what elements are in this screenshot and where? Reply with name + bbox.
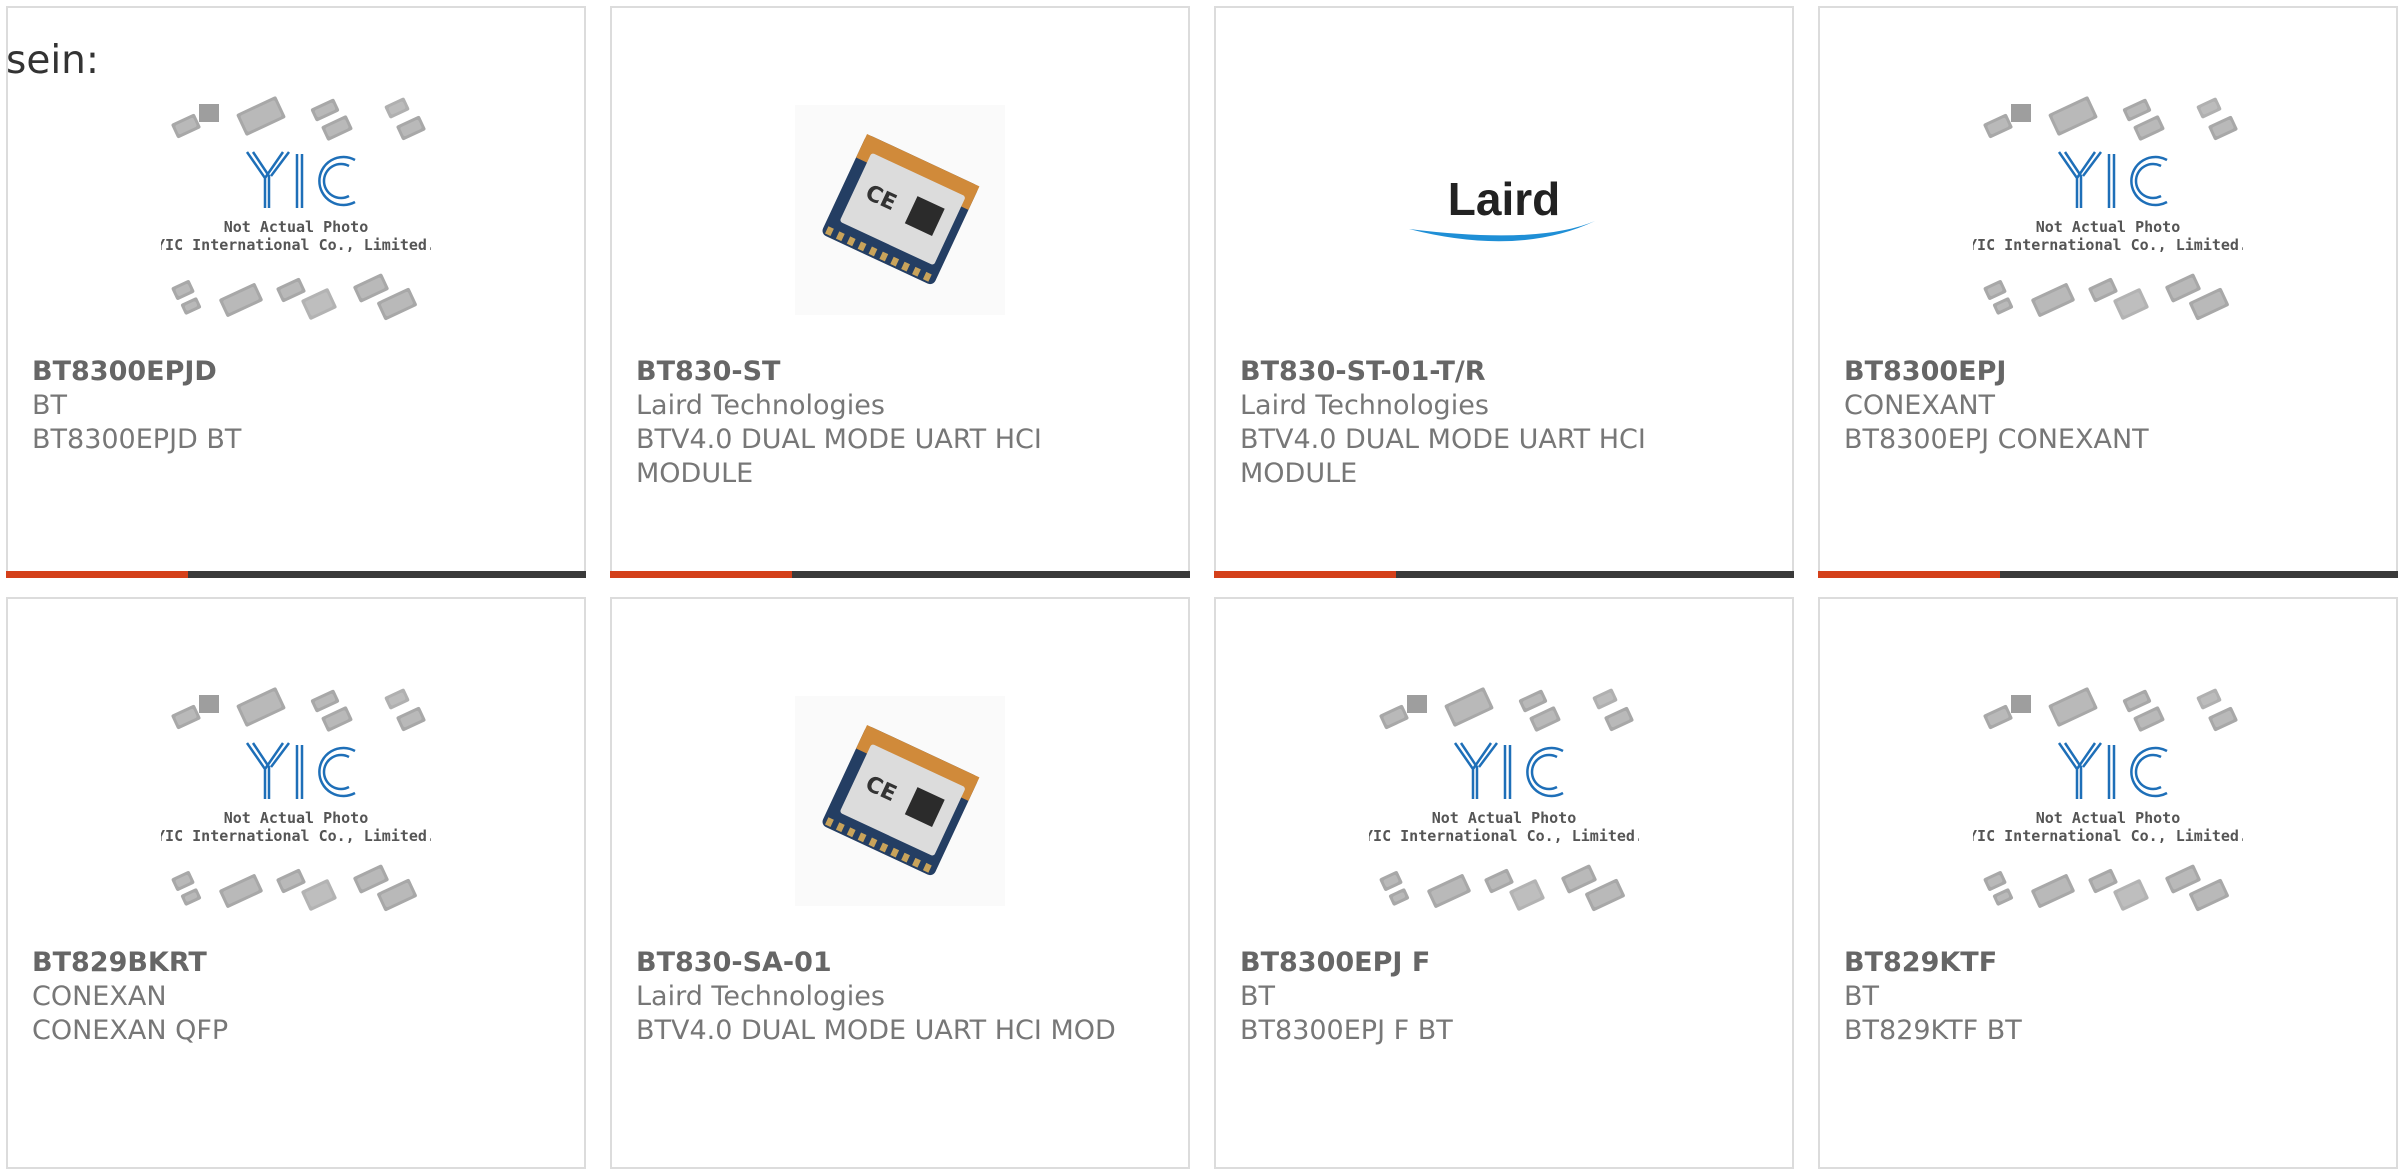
description: BTV4.0 DUAL MODE UART HCI MOD [636,1015,1116,1046]
manufacturer: CONEXAN [32,981,167,1012]
part-number-link[interactable]: BT829KTF [1844,946,2372,980]
module-photo-image: CE [795,696,1005,906]
svg-text:Not Actual Photo: Not Actual Photo [224,809,369,827]
manufacturer: CONEXANT [1844,390,1996,421]
product-image[interactable]: Not Actual Photo YIC International Co., L… [8,70,584,350]
svg-text:Laird: Laird [1448,173,1560,225]
description: BTV4.0 DUAL MODE UART HCI MODULE [636,424,1042,489]
svg-text:YIC International Co., Limited: YIC International Co., Limited. [1973,827,2243,845]
product-image[interactable]: Not Actual Photo YIC International Co., L… [1820,70,2396,350]
svg-text:YIC International Co., Limited: YIC International Co., Limited. [161,236,431,254]
card-accent-bar [1214,571,1794,578]
product-image[interactable]: CE [612,70,1188,350]
product-image[interactable]: Not Actual Photo YIC International Co., L… [8,661,584,941]
card-accent-bar [1818,571,2398,578]
manufacturer: Laird Technologies [636,390,885,421]
manufacturer: Laird Technologies [1240,390,1489,421]
manufacturer: BT [1844,981,1880,1012]
product-grid: Not Actual Photo YIC International Co., L… [0,0,2400,1169]
part-number-link[interactable]: BT830-ST-01-T/R [1240,355,1768,389]
svg-text:Not Actual Photo: Not Actual Photo [2036,218,2181,236]
product-card[interactable]: Not Actual Photo YIC International Co., L… [6,597,586,1169]
card-accent-bar [610,571,1190,578]
svg-text:Not Actual Photo: Not Actual Photo [1432,809,1577,827]
description: BT8300EPJD BT [32,424,242,455]
product-image[interactable]: Laird [1216,70,1792,350]
description: CONEXAN QFP [32,1015,229,1046]
svg-text:YIC International Co., Limited: YIC International Co., Limited. [1369,827,1639,845]
yic-placeholder-image: Not Actual PhotoYIC International Co., L… [1369,687,1639,912]
manufacturer: Laird Technologies [636,981,885,1012]
description: BT829KTF BT [1844,1015,2022,1046]
description: BTV4.0 DUAL MODE UART HCI MODULE [1240,424,1646,489]
yic-placeholder-image: Not Actual PhotoYIC International Co., L… [161,96,431,321]
svg-text:Not Actual Photo: Not Actual Photo [2036,809,2181,827]
yic-placeholder-image: Not Actual PhotoYIC International Co., L… [1973,687,2243,912]
svg-text:YIC International Co., Limited: YIC International Co., Limited. [161,827,431,845]
part-number-link[interactable]: BT830-SA-01 [636,946,1164,980]
description: BT8300EPJ CONEXANT [1844,424,2149,455]
laird-logo-image: Laird [1409,173,1595,242]
product-image[interactable]: Not Actual Photo YIC International Co., L… [1216,661,1792,941]
product-card[interactable]: Not Actual Photo YIC International Co., L… [1214,597,1794,1169]
yic-placeholder-image: Not Actual PhotoYIC International Co., L… [161,687,431,912]
product-image[interactable]: CE [612,661,1188,941]
product-card[interactable]: Not Actual Photo YIC International Co., L… [1818,597,2398,1169]
part-number-link[interactable]: BT8300EPJ F [1240,946,1768,980]
module-photo-image: CE [795,105,1005,315]
part-number-link[interactable]: BT8300EPJ [1844,355,2372,389]
product-card[interactable]: CE BT830-SA-01 Laird Technologies BTV4.0… [610,597,1190,1169]
product-card[interactable]: Laird BT830-ST-01-T/R Laird Technologies… [1214,6,1794,578]
product-card[interactable]: CE BT830-ST Laird Technologies BTV4.0 DU… [610,6,1190,578]
card-accent-bar [6,571,586,578]
part-number-link[interactable]: BT830-ST [636,355,1164,389]
svg-text:Not Actual Photo: Not Actual Photo [224,218,369,236]
manufacturer: BT [1240,981,1276,1012]
description: BT8300EPJ F BT [1240,1015,1453,1046]
product-image[interactable]: Not Actual Photo YIC International Co., L… [1820,661,2396,941]
part-number-link[interactable]: BT829BKRT [32,946,560,980]
yic-placeholder-image: Not Actual PhotoYIC International Co., L… [1973,96,2243,321]
manufacturer: BT [32,390,68,421]
prefix-text: sein: [6,38,100,83]
svg-text:YIC International Co., Limited: YIC International Co., Limited. [1973,236,2243,254]
product-card[interactable]: Not Actual Photo YIC International Co., L… [6,6,586,578]
product-card[interactable]: Not Actual Photo YIC International Co., L… [1818,6,2398,578]
part-number-link[interactable]: BT8300EPJD [32,355,560,389]
